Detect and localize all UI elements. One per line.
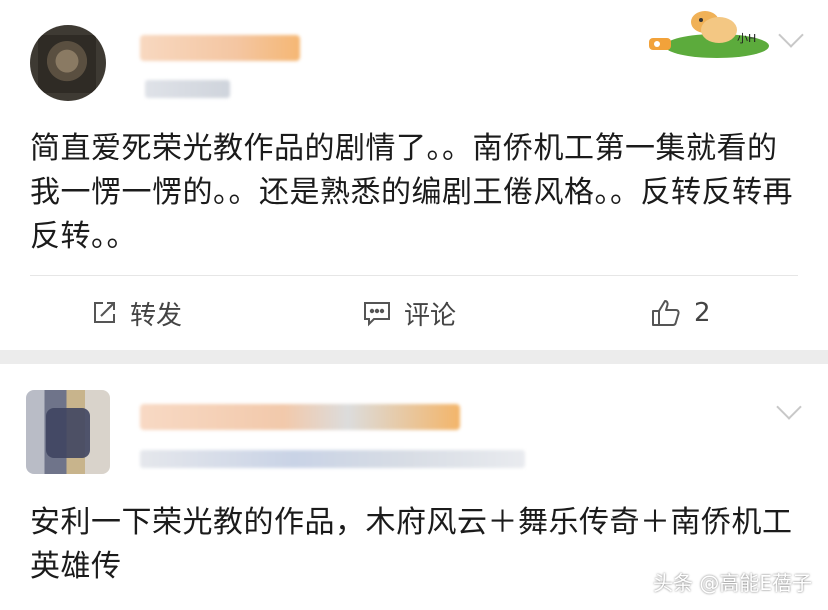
username-blurred[interactable]	[140, 35, 300, 61]
comment-label: 评论	[404, 300, 457, 331]
repost-label: 转发	[130, 300, 183, 331]
chevron-down-icon[interactable]	[778, 22, 804, 48]
repost-button[interactable]: 转发	[90, 296, 183, 331]
timestamp-blurred	[140, 450, 525, 468]
separator	[0, 350, 828, 364]
avatar[interactable]	[26, 390, 110, 474]
comment-text: 简直爱死荣光教作品的剧情了。。南侨机工第一集就看的我一愣一愣的。。还是熟悉的编剧…	[30, 131, 793, 254]
divider	[30, 275, 798, 276]
watermark: 头条 @高能E蓓子	[653, 571, 812, 595]
like-count: 2	[694, 298, 711, 328]
comment-icon	[362, 299, 392, 327]
comment-card-1: 小H 简直爱死荣光教作品的剧情了。。南侨机工第一集就看的我一愣一愣的。。还是熟悉…	[0, 0, 828, 350]
comment-button[interactable]: 评论	[362, 296, 457, 331]
like-button[interactable]: 2	[650, 296, 711, 330]
timestamp-blurred	[145, 80, 230, 98]
avatar[interactable]	[30, 25, 106, 101]
username-blurred[interactable]	[140, 404, 460, 430]
like-icon	[650, 298, 682, 328]
chevron-down-icon[interactable]	[776, 394, 802, 420]
dog-sticker-icon: 小H	[649, 11, 769, 58]
repost-icon	[90, 299, 118, 327]
sticker-text: 小H	[737, 32, 756, 45]
